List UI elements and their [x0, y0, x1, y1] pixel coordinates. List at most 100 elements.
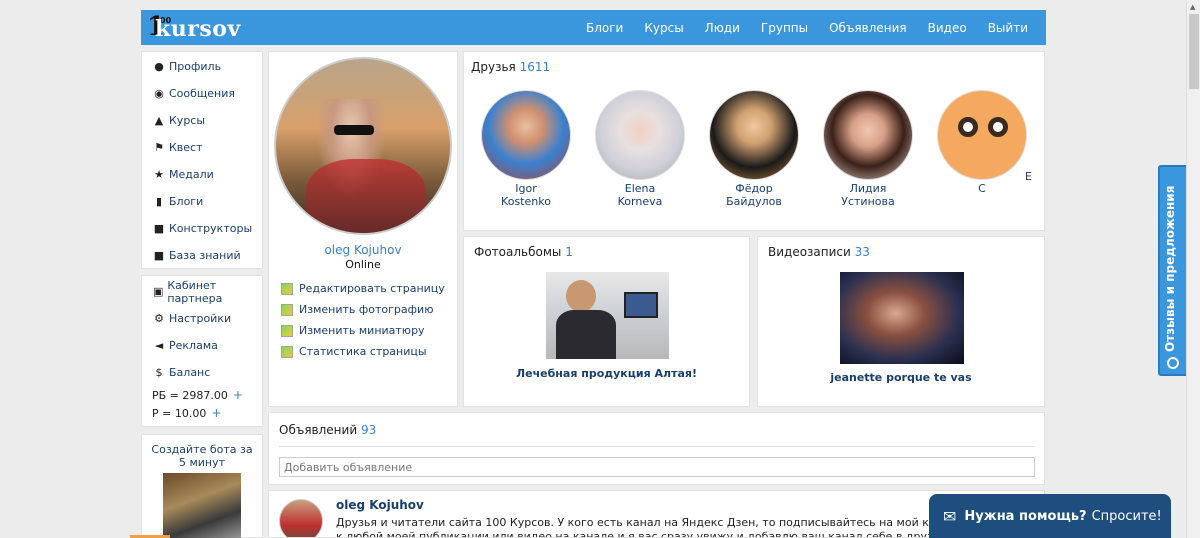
- sidebar-item-blogs[interactable]: ▮ Блоги: [142, 188, 262, 215]
- sidebar-item-advertising[interactable]: ◄ Реклама: [142, 332, 262, 359]
- post-author[interactable]: oleg Kojuhov: [336, 498, 424, 512]
- bullhorn-icon: ◄: [154, 339, 164, 352]
- video-thumbnail[interactable]: [840, 272, 964, 364]
- sidebar-item-settings[interactable]: ⚙ Настройки: [142, 305, 262, 332]
- videos-count: 33: [854, 245, 870, 259]
- sidebar-item-courses[interactable]: ▲ Курсы: [142, 107, 262, 134]
- balance-rb: РБ = 2987.00 +: [142, 386, 262, 404]
- friend-avatar[interactable]: [481, 90, 571, 180]
- friends-title-text: Друзья: [471, 60, 516, 74]
- friends-count: 1611: [519, 60, 551, 74]
- change-thumbnail-link[interactable]: Изменить миниатюру: [269, 320, 457, 341]
- friend-card[interactable]: Лидия Устинова: [818, 90, 918, 208]
- nav-people[interactable]: Люди: [705, 21, 740, 35]
- albums-title-text: Фотоальбомы: [474, 245, 562, 259]
- sidebar-item-partner[interactable]: ▣ Кабинет партнера: [142, 278, 262, 305]
- promo-text[interactable]: Создайте бота за 5 минут: [142, 435, 262, 469]
- album-thumbnail[interactable]: [546, 272, 669, 359]
- ads-title[interactable]: Объявлений 93: [279, 423, 376, 437]
- edit-page-link[interactable]: Редактировать страницу: [269, 278, 457, 299]
- nav-courses[interactable]: Курсы: [644, 21, 683, 35]
- friend-card[interactable]: С: [932, 90, 1032, 195]
- graduation-cap-icon: ▲: [154, 114, 164, 127]
- friend-last-name: Байдулов: [726, 195, 782, 208]
- friend-first-name: Лидия: [849, 182, 887, 195]
- page-stats-link[interactable]: Статистика страницы: [269, 341, 457, 362]
- main-nav: Блоги Курсы Люди Группы Объявления Видео…: [565, 10, 1028, 45]
- sidebar-item-knowledge-base[interactable]: ■ База знаний: [142, 242, 262, 269]
- friend-card[interactable]: Igor Kostenko: [476, 90, 576, 208]
- edit-icon: [281, 282, 293, 295]
- user-icon: ●: [154, 60, 164, 73]
- friend-first-name: Фёдор: [735, 182, 773, 195]
- friend-first-name: Elena: [624, 182, 656, 195]
- post-avatar[interactable]: [279, 499, 323, 537]
- nav-logout[interactable]: Выйти: [988, 21, 1028, 35]
- friend-last-name: Kostenko: [501, 195, 551, 208]
- nav-video[interactable]: Видео: [928, 21, 967, 35]
- friend-card[interactable]: Elena Korneva: [590, 90, 690, 208]
- videos-title[interactable]: Видеозаписи 33: [768, 245, 870, 259]
- page-scrollbar[interactable]: ▲: [1186, 0, 1200, 538]
- sidebar-item-medals[interactable]: ★ Медали: [142, 161, 262, 188]
- add-ad-input[interactable]: Добавить объявление: [279, 457, 1035, 477]
- nav-groups[interactable]: Группы: [761, 21, 808, 35]
- sidebar-item-quest[interactable]: ⚑ Квест: [142, 134, 262, 161]
- balance-p: Р = 10.00 +: [142, 404, 262, 422]
- friend-name[interactable]: Фёдор Байдулов: [704, 182, 804, 208]
- sidebar-item-label: Конструкторы: [169, 222, 253, 235]
- promo-banner[interactable]: Создайте бота за 5 минут: [141, 434, 263, 538]
- friends-title[interactable]: Друзья 1611: [471, 60, 550, 74]
- action-label: Редактировать страницу: [299, 282, 445, 295]
- friends-panel: Друзья 1611 Igor Kostenko Elena Korneva Фё…: [463, 51, 1045, 231]
- change-photo-link[interactable]: Изменить фотографию: [269, 299, 457, 320]
- sidebar-item-messages[interactable]: ◉ Сообщения: [142, 80, 262, 107]
- scroll-up-arrow[interactable]: ▲: [1190, 3, 1195, 11]
- friend-avatar[interactable]: [709, 90, 799, 180]
- site-logo[interactable]: 1 100 00 kursov: [145, 12, 245, 42]
- promo-image[interactable]: [163, 473, 241, 538]
- friend-name[interactable]: Igor Kostenko: [476, 182, 576, 208]
- sidebar-item-label: Кабинет партнера: [167, 278, 223, 305]
- albums-title[interactable]: Фотоальбомы 1: [474, 245, 573, 259]
- videos-panel: Видеозаписи 33 jeanette porque te vas: [757, 236, 1045, 407]
- friend-name-truncated[interactable]: E: [1025, 170, 1032, 183]
- chat-icon: ✉: [943, 506, 957, 526]
- gear-icon: ⚙: [154, 312, 164, 325]
- profile-avatar[interactable]: [274, 57, 452, 235]
- profile-name[interactable]: oleg Kojuhov: [269, 243, 457, 257]
- photo-icon: [281, 303, 293, 316]
- nav-blogs[interactable]: Блоги: [586, 21, 623, 35]
- add-rb-button[interactable]: +: [233, 388, 243, 402]
- sidebar-item-constructors[interactable]: ■ Конструкторы: [142, 215, 262, 242]
- profile-actions: Редактировать страницу Изменить фотограф…: [269, 278, 457, 362]
- scrollbar-thumb[interactable]: [1189, 14, 1199, 89]
- sidebar-item-label: Профиль: [169, 60, 222, 73]
- balance-rb-value: РБ = 2987.00: [152, 388, 228, 402]
- albums-count: 1: [565, 245, 573, 259]
- add-p-button[interactable]: +: [211, 406, 221, 420]
- ads-panel: Объявлений 93 Добавить объявление: [268, 412, 1045, 485]
- friend-avatar[interactable]: [937, 90, 1027, 180]
- feedback-icon: [1167, 357, 1179, 369]
- friend-name[interactable]: Лидия Устинова: [818, 182, 918, 208]
- friend-avatar[interactable]: [595, 90, 685, 180]
- friend-avatar[interactable]: [823, 90, 913, 180]
- sidebar-item-profile[interactable]: ● Профиль: [142, 53, 262, 80]
- dollar-icon: $: [155, 366, 163, 379]
- feedback-tab[interactable]: Отзывы и предложения: [1158, 165, 1188, 376]
- profile-card: oleg Kojuhov Online Редактировать страни…: [268, 51, 458, 407]
- sidebar-item-balance[interactable]: $ Баланс: [142, 359, 262, 386]
- flag-icon: ⚑: [154, 141, 164, 154]
- comments-icon: ◉: [154, 87, 164, 100]
- friend-last-name: Korneva: [617, 195, 663, 208]
- video-caption[interactable]: jeanette porque te vas: [758, 371, 1044, 384]
- microphone-icon: ▮: [155, 195, 163, 208]
- friend-card[interactable]: Фёдор Байдулов: [704, 90, 804, 208]
- friend-name[interactable]: Elena Korneva: [590, 182, 690, 208]
- sidebar-item-label: Сообщения: [169, 87, 236, 100]
- nav-ads[interactable]: Объявления: [829, 21, 907, 35]
- help-chat-button[interactable]: ✉ Нужна помощь? Спросите!: [929, 494, 1171, 538]
- friend-name[interactable]: С: [932, 182, 1032, 195]
- album-caption[interactable]: Лечебная продукция Алтая!: [464, 367, 749, 380]
